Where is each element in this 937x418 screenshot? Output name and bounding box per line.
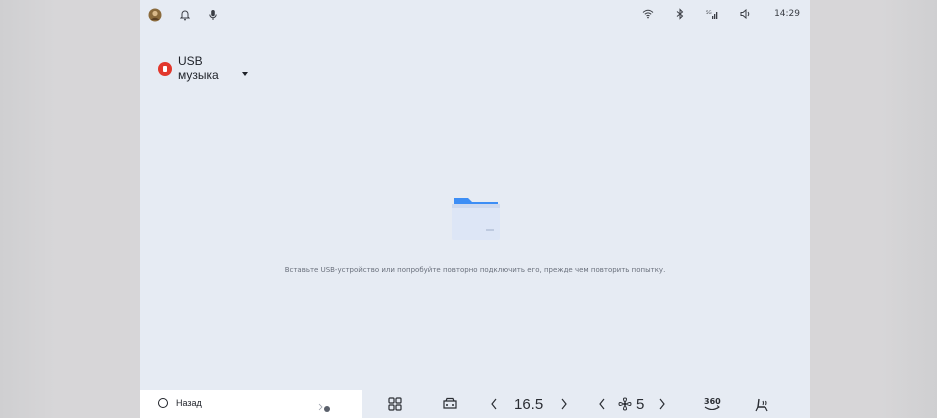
- source-label: USB музыка: [178, 54, 219, 82]
- chevron-down-icon[interactable]: [242, 64, 248, 82]
- infotainment-screen: 5G 14:29 USB музыка Вставьте USB-устройс…: [140, 0, 810, 418]
- bluetooth-icon[interactable]: [676, 8, 684, 20]
- temperature-text: 16.5: [514, 396, 544, 413]
- car-icon[interactable]: [442, 397, 458, 414]
- microphone-icon[interactable]: [208, 9, 218, 21]
- volume-icon[interactable]: [740, 9, 752, 19]
- back-label: Назад: [176, 398, 202, 408]
- avatar-icon[interactable]: [148, 8, 162, 22]
- apps-icon[interactable]: [388, 397, 402, 414]
- svg-text:5G: 5G: [706, 10, 712, 15]
- clock: 14:29: [774, 9, 800, 19]
- fan-icon: [618, 397, 632, 414]
- wifi-icon[interactable]: [642, 9, 654, 19]
- seat-heat-icon[interactable]: [754, 397, 770, 416]
- temperature-value: 16.5: [514, 396, 543, 413]
- fan-decrease-chevron-left-icon[interactable]: [598, 397, 606, 414]
- back-button[interactable]: Назад: [158, 398, 202, 408]
- status-bar: 5G 14:29: [140, 0, 810, 34]
- source-selector[interactable]: USB музыка: [158, 54, 248, 82]
- fan-increase-chevron-right-icon[interactable]: [658, 397, 666, 414]
- bottom-bar-controls: 16.5 5 360: [362, 390, 810, 418]
- bottom-bar-left: Назад: [140, 390, 362, 418]
- camera-label: 360: [704, 397, 721, 406]
- folder-icon: [450, 194, 502, 247]
- status-bar-right: 5G 14:29: [642, 8, 800, 20]
- temp-decrease-chevron-left-icon[interactable]: [490, 397, 498, 414]
- bell-icon[interactable]: [180, 9, 190, 21]
- empty-state-message: Вставьте USB-устройство или попробуйте п…: [284, 266, 666, 274]
- status-bar-left: [148, 8, 218, 22]
- temp-increase-chevron-right-icon[interactable]: [560, 397, 568, 414]
- usb-music-icon: [158, 62, 172, 76]
- fan-speed-value: 5: [636, 396, 645, 413]
- bottom-bar: Назад 16.5 5 360: [140, 390, 810, 418]
- 360-camera-icon[interactable]: 360: [702, 395, 722, 416]
- signal-icon: 5G: [706, 9, 718, 20]
- back-icon: [158, 398, 168, 408]
- media-mini-icon[interactable]: [318, 400, 332, 418]
